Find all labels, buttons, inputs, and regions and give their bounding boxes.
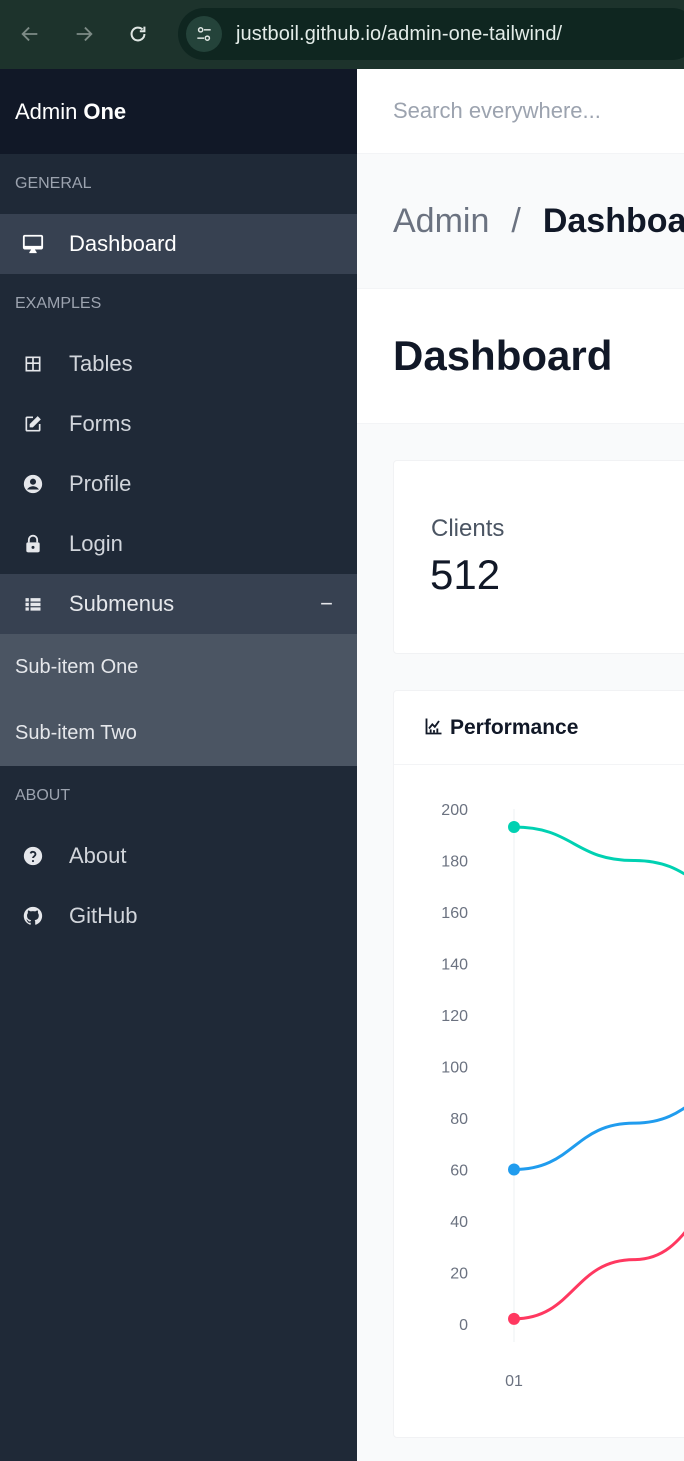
sidebar-item-login[interactable]: Login (0, 514, 357, 574)
sidebar-item-github[interactable]: GitHub (0, 886, 357, 946)
github-icon (21, 904, 45, 928)
y-tick-label: 100 (441, 1060, 468, 1077)
x-tick-label: 01 (505, 1373, 523, 1390)
y-tick-label: 20 (450, 1266, 468, 1283)
finance-chart-icon (424, 716, 444, 740)
clients-value: 512 (430, 551, 501, 598)
browser-toolbar: justboil.github.io/admin-one-tailwind/ (0, 0, 684, 69)
y-tick-label: 120 (441, 1008, 468, 1025)
edit-square-icon (21, 412, 45, 436)
sidebar-item-label: GitHub (69, 903, 138, 928)
sidebar-item-label: Dashboard (69, 231, 177, 256)
sidebar-item-label: Profile (69, 471, 132, 496)
menu-label-general: GENERAL (15, 175, 92, 192)
site-info-button[interactable] (186, 16, 222, 52)
lock-icon (21, 532, 45, 556)
help-circle-icon (21, 844, 45, 868)
reload-icon (130, 26, 146, 42)
page-title: Dashboard (393, 332, 613, 379)
title-bar: Dashboard (357, 289, 684, 424)
sidebar-item-label: Forms (69, 411, 132, 436)
monitor-icon (21, 232, 45, 256)
sidebar-item-tables[interactable]: Tables (0, 334, 357, 394)
breadcrumb-current: Dashboard (542, 201, 684, 240)
data-point (508, 1312, 520, 1325)
search-input[interactable] (393, 98, 673, 124)
sidebar-item-label: About (69, 843, 127, 868)
table-icon (21, 352, 45, 376)
sidebar-item-forms[interactable]: Forms (0, 394, 357, 454)
brand-bold: One (83, 98, 127, 124)
arrow-left-icon (21, 26, 38, 42)
y-tick-label: 160 (441, 905, 468, 922)
y-tick-label: 200 (441, 802, 468, 819)
tune-icon (197, 27, 211, 42)
url-text: justboil.github.io/admin-one-tailwind/ (236, 22, 563, 45)
sidebar-item-label: Submenus (69, 591, 175, 616)
sidebar-item-submenus[interactable]: Submenus − (0, 574, 357, 634)
sidebar: Admin One GENERAL Dashboard EXAMPLES Tabl… (0, 69, 357, 1461)
brand-light: Admin (15, 98, 78, 124)
topbar (357, 69, 684, 154)
account-circle-icon (21, 472, 45, 496)
y-tick-label: 60 (450, 1163, 468, 1180)
y-tick-label: 80 (450, 1111, 468, 1128)
reload-button[interactable] (118, 14, 158, 54)
main-content: Admin / Dashboard Dashboard Clients 512 … (357, 69, 684, 1461)
data-point (508, 1163, 520, 1176)
list-icon (21, 592, 45, 616)
clients-label: Clients (431, 515, 505, 542)
y-tick-label: 40 (450, 1214, 468, 1231)
sidebar-item-label: Login (69, 531, 123, 556)
submenu-item-one[interactable]: Sub-item One (0, 634, 357, 700)
performance-card: Performance 0 20 40 60 80 100 120 140 160 180 200 0… (393, 690, 684, 1438)
back-button[interactable] (10, 14, 50, 54)
breadcrumb-root[interactable]: Admin (393, 202, 489, 241)
performance-chart: 0 20 40 60 80 100 120 140 160 180 200 01 (441, 802, 684, 1390)
clients-card: Clients 512 (393, 460, 684, 654)
y-tick-label: 0 (459, 1317, 468, 1334)
performance-header: Performance (394, 691, 684, 765)
y-tick-label: 180 (441, 854, 468, 871)
breadcrumb-separator: / (511, 201, 521, 240)
collapse-toggle[interactable]: − (320, 574, 333, 634)
brand: Admin One (0, 69, 357, 154)
performance-title: Performance (450, 715, 579, 739)
series-line (513, 1231, 684, 1321)
forward-button[interactable] (64, 14, 104, 54)
sidebar-item-label: Tables (69, 351, 133, 376)
data-point (508, 821, 520, 834)
submenu-item-two[interactable]: Sub-item Two (0, 700, 357, 766)
series-line (513, 1106, 684, 1171)
sidebar-item-about[interactable]: About (0, 826, 357, 886)
menu-label-about: ABOUT (15, 787, 71, 804)
y-tick-label: 140 (441, 957, 468, 974)
menu-label-examples: EXAMPLES (15, 295, 102, 312)
sidebar-item-dashboard[interactable]: Dashboard (0, 214, 357, 274)
submenu: Sub-item One Sub-item Two (0, 634, 357, 766)
breadcrumb: Admin / Dashboard (357, 154, 684, 289)
arrow-right-icon (76, 26, 93, 42)
sidebar-item-profile[interactable]: Profile (0, 454, 357, 514)
series-line (513, 825, 684, 876)
address-bar[interactable]: justboil.github.io/admin-one-tailwind/ (178, 8, 684, 60)
